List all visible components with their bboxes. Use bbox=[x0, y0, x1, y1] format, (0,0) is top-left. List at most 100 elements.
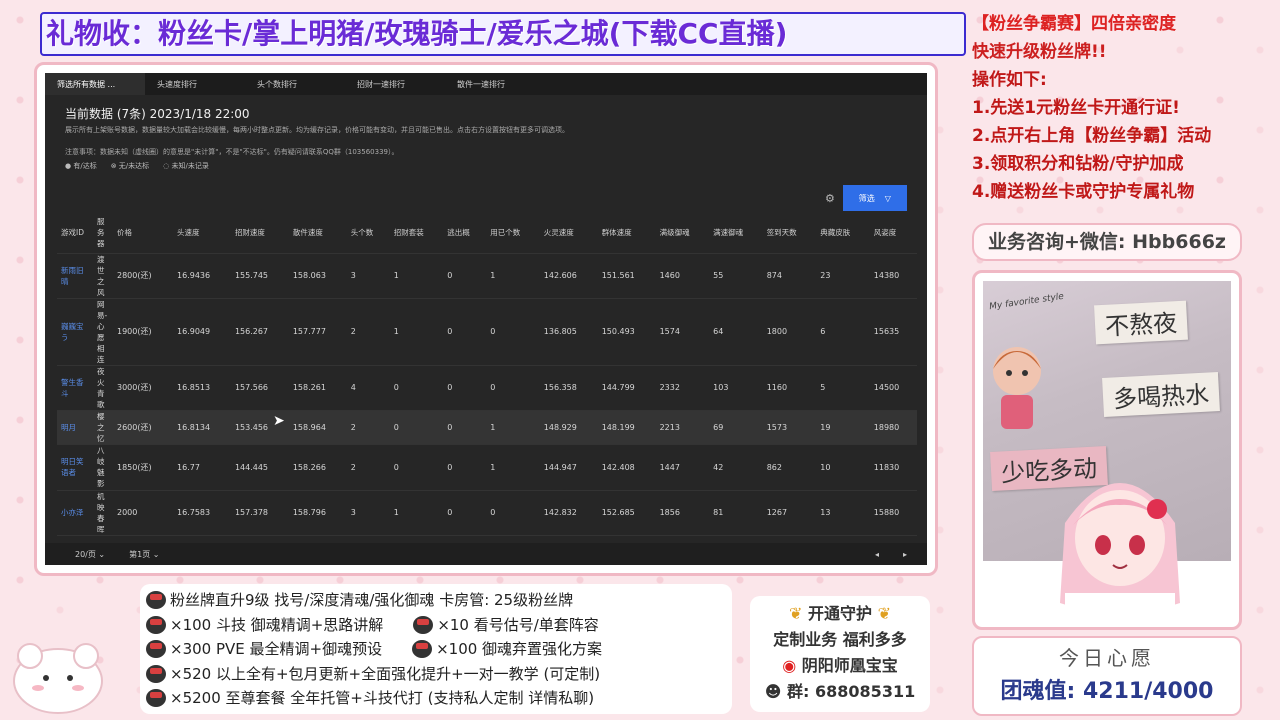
table-cell: 2 bbox=[346, 443, 390, 490]
table-cell: 14380 bbox=[869, 252, 917, 298]
table-cell: 55 bbox=[709, 252, 763, 298]
game-id-link[interactable]: 明日笑语者 bbox=[57, 443, 93, 490]
table-cell: 0 bbox=[443, 489, 487, 535]
table-cell: 152.685 bbox=[597, 489, 656, 535]
game-id-link[interactable]: 新雨旧晴 bbox=[57, 252, 93, 298]
column-header[interactable]: 群体速度 bbox=[598, 213, 656, 253]
tab-filter-all[interactable]: 筛选所有数据 ... bbox=[45, 73, 145, 95]
table-cell: 148.929 bbox=[539, 409, 598, 444]
table-cell: 158.261 bbox=[288, 364, 347, 410]
table-cell: 2000 bbox=[113, 489, 174, 535]
doll-figure bbox=[993, 347, 1041, 429]
table-row[interactable]: 新雨旧晴 渡世之风 2800(还) 16.9436 155.745 158.063 3 1 0 1… bbox=[57, 252, 917, 298]
table-cell: 136.805 bbox=[539, 297, 598, 365]
game-id-link[interactable]: 巍巍宝う bbox=[57, 297, 93, 365]
table-cell: 2332 bbox=[655, 364, 710, 410]
table-cell: 1460 bbox=[655, 252, 710, 298]
app-window: 筛选所有数据 ... 头速度排行 头个数排行 招财一速排行 散件一速排行 当前数… bbox=[45, 73, 927, 565]
table-cell: 142.832 bbox=[539, 489, 598, 535]
table-cell: 1574 bbox=[655, 297, 710, 365]
page-size-select[interactable]: 20/页 ⌄ bbox=[75, 549, 105, 560]
table-row[interactable]: 巍巍宝う 网易-心愿相连 1900(还) 16.9049 156.267 157.777 2… bbox=[57, 297, 917, 365]
column-header[interactable]: 逃出概 bbox=[443, 213, 486, 253]
game-id-link[interactable]: 小亦泽 bbox=[57, 489, 93, 535]
table-cell: 1447 bbox=[655, 443, 710, 490]
table-cell: 0 bbox=[486, 297, 540, 365]
tab-head-count[interactable]: 头个数排行 bbox=[245, 73, 345, 95]
next-page-icon[interactable]: ▸ bbox=[903, 550, 907, 559]
table-cell: 夜火青歌 bbox=[93, 364, 113, 410]
table-cell: 158.796 bbox=[288, 489, 347, 535]
table-row[interactable]: 小亦泽 机映春晖 2000 16.7583 157.378 158.796 3 1 0 0 142.… bbox=[57, 489, 917, 535]
column-header[interactable]: 用已个数 bbox=[486, 213, 540, 253]
column-header[interactable]: 服务器 bbox=[93, 213, 113, 253]
table-cell: 3 bbox=[346, 489, 390, 535]
page-select[interactable]: 第1页 ⌄ bbox=[129, 549, 159, 560]
table-cell: 874 bbox=[762, 252, 817, 298]
tab-head-speed[interactable]: 头速度排行 bbox=[145, 73, 245, 95]
webcam-frame: My favorite style 不熬夜 多喝热水 少吃多动 bbox=[972, 270, 1242, 630]
promo-line: ×5200 至尊套餐 全年托管+斗技代打 (支持私人定制 详情私聊) bbox=[146, 686, 726, 711]
table-cell: 16.8134 bbox=[173, 409, 231, 444]
promo-line: ×300 PVE 最全精调+御魂预设 ×100 御魂弃置强化方案 bbox=[146, 637, 726, 662]
tab-sanjian-speed[interactable]: 散件一速排行 bbox=[445, 73, 545, 95]
mascot-icon bbox=[13, 643, 103, 714]
table-cell: 机映春晖 bbox=[93, 489, 113, 535]
game-id-link[interactable]: 警生香斗 bbox=[57, 364, 93, 410]
summary-section: 当前数据 (7条) 2023/1/18 22:00 展示所有上架账号数据，数据量… bbox=[45, 95, 927, 171]
weibo-icon: ◉ bbox=[782, 656, 797, 675]
table-cell: 144.799 bbox=[597, 364, 656, 410]
table-cell: 网易-心愿相连 bbox=[93, 297, 113, 365]
gear-icon[interactable]: ⚙ bbox=[825, 192, 835, 205]
table-cell: 1900(还) bbox=[113, 297, 174, 365]
column-header[interactable]: 游戏ID bbox=[57, 213, 93, 253]
prev-page-icon[interactable]: ◂ bbox=[875, 550, 879, 559]
game-id-link[interactable]: 明月 bbox=[57, 409, 93, 444]
table-cell: 19 bbox=[816, 409, 870, 444]
filter-button[interactable]: 筛选 ▽ bbox=[842, 185, 907, 211]
table-cell: 1800 bbox=[762, 297, 817, 365]
badge-icon bbox=[146, 640, 166, 659]
table-cell: 2 bbox=[346, 409, 390, 444]
table-cell: 0 bbox=[443, 364, 487, 410]
table-cell: 151.561 bbox=[597, 252, 656, 298]
column-header[interactable]: 满级御魂 bbox=[656, 213, 710, 253]
column-header[interactable]: 典藏皮肤 bbox=[816, 213, 870, 253]
table-cell: 144.947 bbox=[539, 443, 598, 490]
table-cell: 15880 bbox=[869, 489, 917, 535]
table-cell: 148.199 bbox=[597, 409, 656, 444]
wish-box: 今日心愿 团魂值: 4211/4000 bbox=[972, 636, 1242, 716]
column-header[interactable]: 头速度 bbox=[173, 213, 231, 253]
table-cell: 2 bbox=[346, 297, 390, 365]
column-header[interactable]: 火灵速度 bbox=[540, 213, 598, 253]
anime-avatar bbox=[1060, 483, 1180, 623]
table-cell: 0 bbox=[486, 364, 540, 410]
column-header[interactable]: 招财速度 bbox=[231, 213, 289, 253]
table-row[interactable]: 明月 樱之忆 2600(还) 16.8134 153.456 158.964 2 0 0 1 148… bbox=[57, 409, 917, 444]
table-row[interactable]: 警生香斗 夜火青歌 3000(还) 16.8513 157.566 158.261 4 0 0 0… bbox=[57, 364, 917, 410]
table-cell: 0 bbox=[443, 409, 487, 444]
table-cell: 3000(还) bbox=[113, 364, 174, 410]
table-cell: 2800(还) bbox=[113, 252, 174, 298]
column-header[interactable]: 招财套装 bbox=[390, 213, 444, 253]
table-cell: 3 bbox=[346, 252, 390, 298]
table-cell: 158.266 bbox=[288, 443, 347, 490]
column-header[interactable]: 风姿度 bbox=[870, 213, 917, 253]
column-header[interactable]: 签到天数 bbox=[763, 213, 817, 253]
column-header[interactable]: 价格 bbox=[113, 213, 173, 253]
column-header[interactable]: 散件速度 bbox=[289, 213, 347, 253]
guard-title: ❦ 开通守护 ❦ bbox=[789, 604, 891, 623]
table-cell: 1573 bbox=[762, 409, 817, 444]
legend-item: ◌ 未知/未记录 bbox=[163, 162, 209, 170]
tab-zhaocai-speed[interactable]: 招财一速排行 bbox=[345, 73, 445, 95]
badge-icon bbox=[146, 591, 166, 610]
badge-icon bbox=[146, 689, 166, 708]
column-header[interactable]: 头个数 bbox=[347, 213, 390, 253]
table-cell: 23 bbox=[816, 252, 870, 298]
badge-icon bbox=[146, 615, 166, 634]
table-cell: 18980 bbox=[869, 409, 917, 444]
stream-banner: 礼物收：粉丝卡/掌上明猪/玫瑰骑士/爱乐之城(下载CC直播) bbox=[40, 12, 966, 56]
table-cell: 1 bbox=[486, 443, 540, 490]
column-header[interactable]: 满速御魂 bbox=[709, 213, 763, 253]
table-row[interactable]: 明日笑语者 八岐魅影 1850(还) 16.77 144.445 158.266 2 0 0 1 1… bbox=[57, 443, 917, 490]
